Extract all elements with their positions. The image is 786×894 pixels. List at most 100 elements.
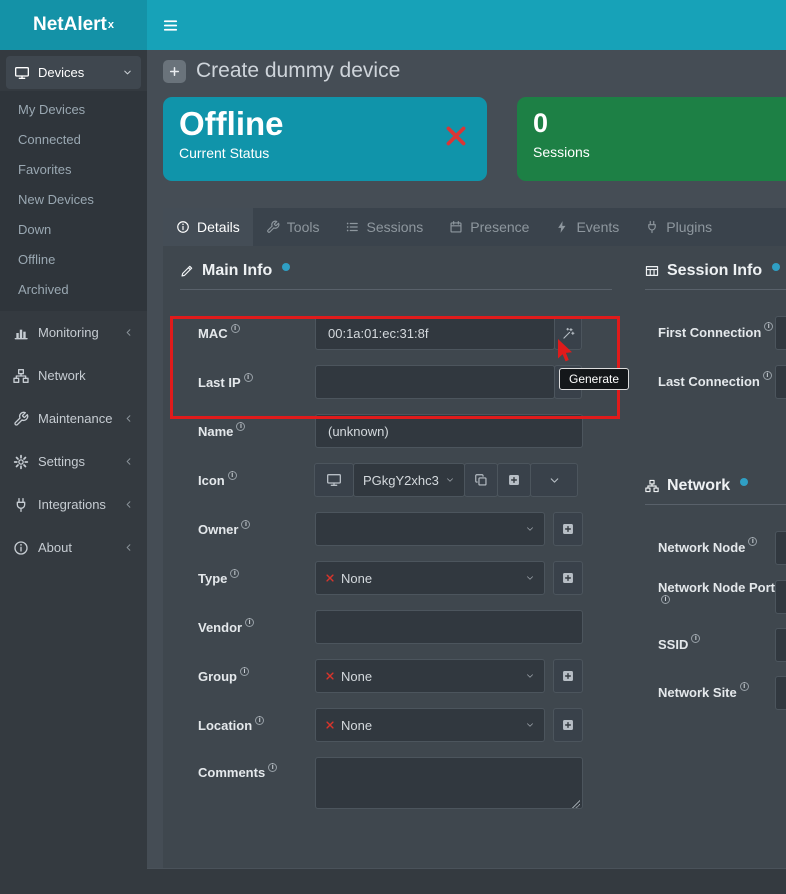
vendor-field-row: Vendor (180, 610, 612, 644)
ssid-input[interactable] (775, 628, 786, 662)
info-icon[interactable] (244, 373, 253, 382)
info-icon[interactable] (748, 537, 757, 546)
info-icon[interactable] (772, 263, 780, 271)
info-icon[interactable] (231, 324, 240, 333)
generate-mac-button[interactable] (554, 316, 582, 350)
location-select[interactable]: None (315, 708, 545, 742)
footer (147, 868, 786, 894)
icon-dropdown-button[interactable] (530, 463, 578, 497)
add-group-button[interactable] (553, 659, 583, 693)
copy-icon-button[interactable] (464, 463, 498, 497)
plus-square-icon (561, 718, 575, 732)
type-select[interactable]: None (315, 561, 545, 595)
info-icon[interactable] (268, 763, 277, 772)
tab-details[interactable]: Details (163, 208, 253, 246)
sidebar-subitem-connected[interactable]: Connected (0, 125, 147, 155)
sidebar-subitem-favorites[interactable]: Favorites (0, 155, 147, 185)
info-icon[interactable] (661, 595, 670, 604)
last-ip-input[interactable] (315, 365, 555, 399)
sidebar-item-settings[interactable]: Settings (0, 440, 147, 483)
sidebar-toggle-button[interactable] (147, 0, 193, 50)
sidebar-item-label: Settings (38, 454, 85, 469)
info-icon[interactable] (282, 263, 290, 271)
icon-preview-button[interactable] (314, 463, 354, 497)
last-connection-label: Last Connection (658, 373, 775, 391)
sidebar-item-integrations[interactable]: Integrations (0, 483, 147, 526)
none-x-icon (325, 720, 335, 730)
add-owner-button[interactable] (553, 512, 583, 546)
chevron-down-icon (525, 671, 535, 681)
info-icon[interactable] (764, 322, 773, 331)
network-site-input[interactable] (775, 676, 786, 710)
network-node-input[interactable] (775, 531, 786, 565)
info-icon[interactable] (228, 471, 237, 480)
chevron-left-icon (123, 542, 134, 553)
name-label: Name (198, 424, 315, 439)
copy-icon (474, 473, 488, 487)
info-icon[interactable] (236, 422, 245, 431)
chevron-down-icon (525, 720, 535, 730)
add-location-button[interactable] (553, 708, 583, 742)
sidebar-item-about[interactable]: About (0, 526, 147, 569)
vendor-input[interactable] (315, 610, 583, 644)
first-connection-input[interactable] (775, 316, 786, 350)
info-icon[interactable] (255, 716, 264, 725)
comments-textarea[interactable] (315, 757, 583, 809)
add-icon-button[interactable] (497, 463, 531, 497)
sidebar-item-network[interactable]: Network (0, 354, 147, 397)
info-icon[interactable] (230, 569, 239, 578)
session-network-column: Session Info First Connection Last Conne… (645, 262, 786, 724)
add-type-button[interactable] (553, 561, 583, 595)
wrench-icon (13, 411, 29, 427)
mac-input[interactable] (315, 316, 555, 350)
sessions-card[interactable]: 0 Sessions (517, 97, 786, 181)
none-x-icon (325, 573, 335, 583)
info-icon[interactable] (245, 618, 254, 627)
sidebar-item-devices[interactable]: Devices (6, 56, 141, 89)
icon-select[interactable]: PGkgY2xhc3M (353, 463, 465, 497)
network-node-port-input[interactable] (775, 580, 786, 614)
tab-sessions[interactable]: Sessions (332, 208, 436, 246)
sidebar-item-maintenance[interactable]: Maintenance (0, 397, 147, 440)
app-logo[interactable]: NetAlertx (0, 0, 147, 50)
info-icon[interactable] (763, 371, 772, 380)
field-label: Comments (198, 765, 265, 780)
info-icon[interactable] (740, 478, 748, 486)
comments-label: Comments (198, 757, 315, 780)
tab-events[interactable]: Events (542, 208, 632, 246)
chevron-left-icon (123, 413, 134, 424)
last-connection-input[interactable] (775, 365, 786, 399)
sidebar: Devices My Devices Connected Favorites N… (0, 50, 147, 894)
network-node-row: Network Node (645, 531, 786, 565)
sidebar-item-monitoring[interactable]: Monitoring (0, 311, 147, 354)
info-icon[interactable] (241, 520, 250, 529)
tab-plugins[interactable]: Plugins (632, 208, 725, 246)
field-label: Network Node Port (658, 580, 775, 595)
sidebar-subitem-archived[interactable]: Archived (0, 275, 147, 305)
sidebar-subitem-new-devices[interactable]: New Devices (0, 185, 147, 215)
owner-select[interactable] (315, 512, 545, 546)
info-icon[interactable] (740, 682, 749, 691)
group-field-row: Group None (180, 659, 612, 693)
info-icon[interactable] (691, 634, 700, 643)
plug-icon (13, 497, 29, 513)
chevron-left-icon (123, 456, 134, 467)
icon-label: Icon (198, 473, 315, 488)
current-status-card[interactable]: Offline Current Status (163, 97, 487, 181)
name-field-row: Name (180, 414, 612, 448)
type-select-value: None (341, 571, 372, 586)
field-label: Icon (198, 473, 225, 488)
tab-tools[interactable]: Tools (253, 208, 333, 246)
field-label: Last Connection (658, 374, 760, 389)
group-select[interactable]: None (315, 659, 545, 693)
sidebar-subitem-down[interactable]: Down (0, 215, 147, 245)
sidebar-subitem-my-devices[interactable]: My Devices (0, 95, 147, 125)
plus-square-icon (561, 669, 575, 683)
tab-presence[interactable]: Presence (436, 208, 542, 246)
first-connection-label: First Connection (658, 324, 775, 342)
bolt-icon (555, 220, 569, 234)
topbar: NetAlertx (0, 0, 786, 50)
info-icon[interactable] (240, 667, 249, 676)
name-input[interactable] (315, 414, 583, 448)
sidebar-subitem-offline[interactable]: Offline (0, 245, 147, 275)
